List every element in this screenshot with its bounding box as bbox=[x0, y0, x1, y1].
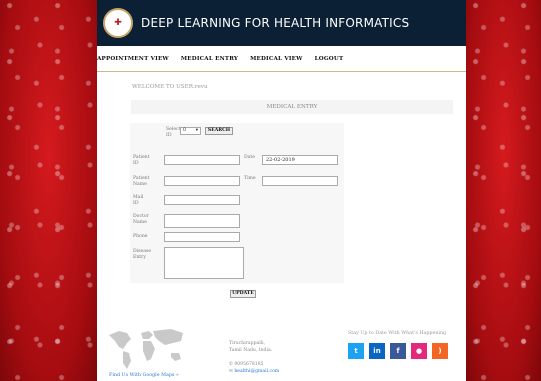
phone-input[interactable] bbox=[164, 232, 240, 242]
medical-entry-form: Select ID 0 ▾ SEARCH Patient ID Date 22-… bbox=[130, 123, 344, 283]
social-links: t in f ● ) bbox=[348, 343, 448, 359]
section-title: MEDICAL ENTRY bbox=[131, 100, 453, 114]
search-button[interactable]: SEARCH bbox=[205, 127, 233, 135]
select-id-value: 0 bbox=[183, 128, 186, 133]
linkedin-icon[interactable]: in bbox=[369, 343, 385, 359]
doctor-name-label: Doctor Name bbox=[133, 214, 149, 225]
select-id-dropdown[interactable]: 0 ▾ bbox=[180, 127, 201, 135]
address: Tiruchirappalli, Tamil Nadu, India. bbox=[229, 340, 272, 354]
world-map-icon bbox=[109, 329, 183, 369]
email-link[interactable]: healthi@gmail.com bbox=[234, 369, 279, 374]
email-icon: ✉ bbox=[229, 369, 233, 374]
patient-name-label: Patient Name bbox=[133, 176, 150, 187]
time-label: Time bbox=[244, 176, 256, 181]
nav-appointment-view[interactable]: APPOINTMENT VIEW bbox=[97, 56, 169, 62]
date-label: Date bbox=[244, 155, 255, 160]
background-left bbox=[0, 0, 97, 381]
nav-bar: APPOINTMENT VIEW MEDICAL ENTRY MEDICAL V… bbox=[97, 46, 466, 72]
header: ✚ DEEP LEARNING FOR HEALTH INFORMATICS bbox=[97, 0, 466, 46]
app-title: DEEP LEARNING FOR HEALTH INFORMATICS bbox=[141, 16, 410, 30]
phone-number: 9095678185 bbox=[234, 362, 264, 367]
flickr-icon[interactable]: ● bbox=[411, 343, 427, 359]
twitter-icon[interactable]: t bbox=[348, 343, 364, 359]
select-id-label: Select ID bbox=[166, 127, 181, 138]
time-input[interactable] bbox=[262, 176, 338, 186]
patient-id-input[interactable] bbox=[164, 155, 240, 165]
nav-medical-entry[interactable]: MEDICAL ENTRY bbox=[181, 56, 238, 62]
contact: ✆ 9095678185 ✉ healthi@gmail.com bbox=[229, 361, 279, 375]
patient-name-input[interactable] bbox=[164, 176, 240, 186]
facebook-icon[interactable]: f bbox=[390, 343, 406, 359]
address-line-1: Tiruchirappalli, bbox=[229, 341, 266, 346]
logo-icon: ✚ bbox=[103, 8, 133, 38]
update-button[interactable]: UPDATE bbox=[230, 290, 256, 298]
google-maps-link[interactable]: Find Us With Google Maps » bbox=[109, 373, 179, 378]
email-row: ✉ healthi@gmail.com bbox=[229, 368, 279, 375]
disease-entry-textarea[interactable] bbox=[164, 247, 244, 279]
rss-icon[interactable]: ) bbox=[432, 343, 448, 359]
phone-label: Phone bbox=[133, 234, 148, 239]
phone-icon: ✆ bbox=[229, 362, 233, 367]
footer: Find Us With Google Maps » Tiruchirappal… bbox=[97, 318, 466, 381]
nav-logout[interactable]: LOGOUT bbox=[315, 56, 344, 62]
mail-id-label: Mail ID bbox=[133, 195, 144, 206]
nav-medical-view[interactable]: MEDICAL VIEW bbox=[250, 56, 303, 62]
date-input[interactable]: 22-02-2019 bbox=[262, 155, 338, 165]
phone-row: ✆ 9095678185 bbox=[229, 361, 279, 368]
address-line-2: Tamil Nadu, India. bbox=[229, 348, 273, 353]
patient-id-label: Patient ID bbox=[133, 155, 150, 166]
page-container: ✚ DEEP LEARNING FOR HEALTH INFORMATICS A… bbox=[97, 0, 466, 381]
welcome-text: WELCOME TO USER:revu bbox=[132, 84, 208, 90]
doctor-name-input[interactable] bbox=[164, 214, 240, 228]
background-right bbox=[466, 0, 541, 381]
mail-id-input[interactable] bbox=[164, 195, 240, 205]
dropdown-arrow-icon: ▾ bbox=[195, 128, 198, 133]
social-title: Stay Up to Date With What's Happening bbox=[348, 331, 447, 336]
disease-entry-label: Disease Entry bbox=[133, 249, 152, 260]
